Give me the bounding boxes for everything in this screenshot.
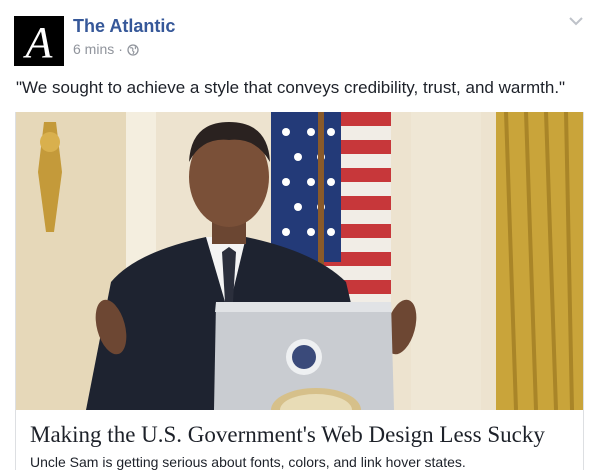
meta-separator: · bbox=[118, 41, 123, 57]
post-message: "We sought to achieve a style that conve… bbox=[16, 78, 566, 97]
link-title[interactable]: Making the U.S. Government's Web Design … bbox=[30, 422, 575, 448]
link-preview-card[interactable]: Making the U.S. Government's Web Design … bbox=[15, 112, 584, 470]
link-description: Uncle Sam is getting serious about fonts… bbox=[30, 454, 466, 470]
page-name-link[interactable]: The Atlantic bbox=[73, 16, 175, 37]
facebook-post: A The Atlantic 6 mins · "We sought to ac… bbox=[0, 0, 599, 470]
page-avatar[interactable]: A bbox=[14, 16, 64, 66]
chevron-down-icon[interactable] bbox=[569, 16, 583, 26]
post-meta: 6 mins · bbox=[73, 41, 139, 57]
link-preview-image[interactable] bbox=[16, 112, 583, 410]
globe-icon[interactable] bbox=[127, 43, 139, 56]
avatar-logo-letter: A bbox=[25, 18, 53, 67]
timestamp-link[interactable]: 6 mins bbox=[73, 41, 114, 57]
